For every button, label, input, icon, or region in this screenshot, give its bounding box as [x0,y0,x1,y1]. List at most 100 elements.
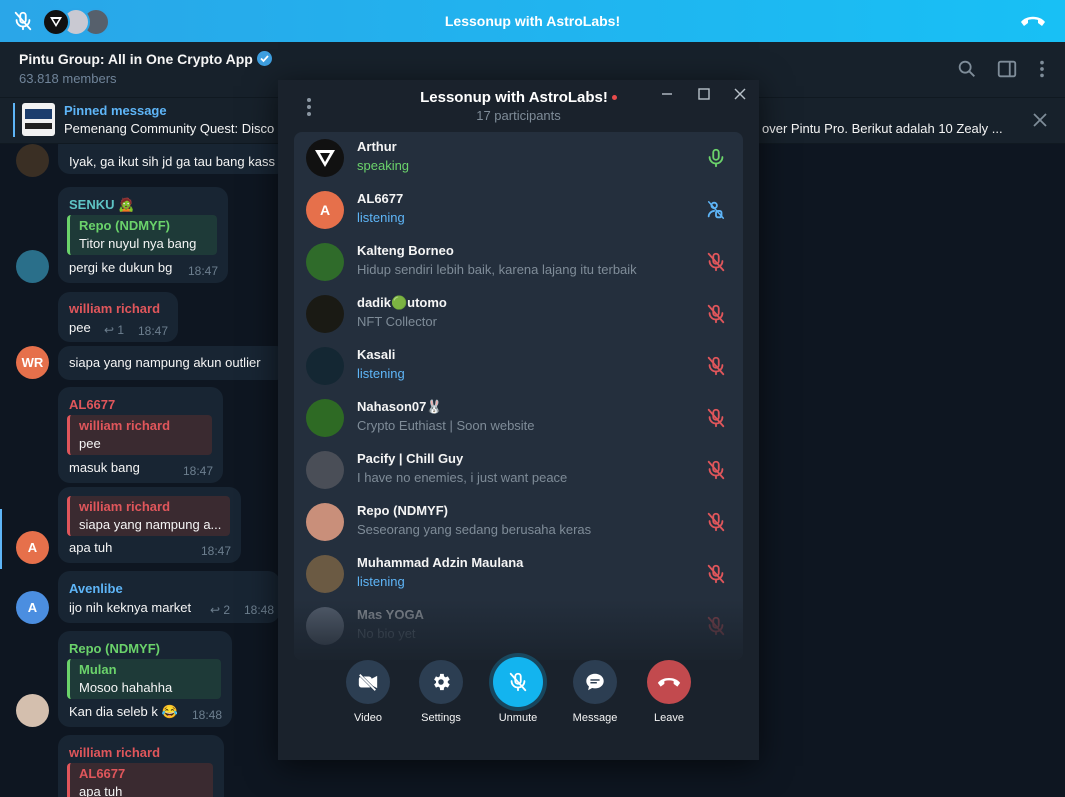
sidebar-toggle-icon[interactable] [996,58,1018,80]
mic-off-icon[interactable] [705,459,727,481]
avatar[interactable]: A [16,531,49,564]
message-label: Message [572,712,618,724]
message-text: Iyak, ga ikut sih jd ga tau bang kass [69,154,275,169]
participant-row[interactable]: Pacify | Chill Guy I have no enemies, i j… [294,444,743,496]
voice-chat-panel: Lessonup with AstroLabs! 17 participants… [278,80,759,760]
avatar[interactable] [16,694,49,727]
reply-quote[interactable]: Repo (NDMYF) Titor nuyul nya bang [67,215,217,255]
message-button-circle[interactable] [573,660,617,704]
avatar[interactable]: WR [16,346,49,379]
mic-off-icon[interactable] [705,407,727,429]
message-sender[interactable]: SENKU 🧟 [69,197,134,213]
avatar[interactable]: A [16,591,49,624]
message-bubble[interactable]: AL6677 william richard pee masuk bang 18… [58,387,223,483]
minimize-icon[interactable] [659,86,675,102]
participant-status: listening [357,366,405,381]
unmute-label: Unmute [498,712,538,724]
message-bubble[interactable]: william richard AL6677 apa tuh [58,735,224,797]
participant-row[interactable]: Nahason07🐰 Crypto Euthiast | Soon website [294,392,743,444]
unread-indicator [0,509,2,569]
close-icon[interactable] [1031,111,1049,129]
pinned-thumbnail [22,103,55,136]
mic-off-icon[interactable] [705,303,727,325]
settings-button-circle[interactable] [419,660,463,704]
avatar [306,399,344,437]
avatar[interactable] [16,250,49,283]
message-bubble[interactable]: SENKU 🧟 Repo (NDMYF) Titor nuyul nya ban… [58,187,228,283]
message-time: 18:47 [183,464,214,478]
member-count: 63.818 members [19,71,117,86]
message-bubble[interactable]: Iyak, ga ikut sih jd ga tau bang kass [58,144,288,174]
unmute-button-circle[interactable] [493,657,543,707]
replies-count[interactable]: ↩ 2 [210,603,230,617]
video-button[interactable]: Video [328,660,408,740]
avatar [306,295,344,333]
reply-arrow-icon: ↩ [104,323,115,337]
message-sender[interactable]: william richard [69,301,160,316]
maximize-icon[interactable] [696,86,712,102]
participant-name: Arthur [357,139,397,154]
video-button-circle[interactable] [346,660,390,704]
quote-sender: william richard [79,499,171,514]
participant-row[interactable]: Kasali listening [294,340,743,392]
message-bubble[interactable]: Avenlibe ijo nih keknya market ↩ 2 18:48 [58,571,280,623]
message-button[interactable]: Message [555,660,635,740]
participant-row[interactable]: Repo (NDMYF) Seseorang yang sedang berusa… [294,496,743,548]
voice-chat-bar[interactable]: Lessonup with AstroLabs! [0,0,1065,42]
participant-row[interactable]: Muhammad Adzin Maulana listening [294,548,743,600]
phone-hangup-icon [657,678,681,687]
mic-on-icon[interactable] [705,147,727,169]
avatar-letter: A [319,202,331,218]
participant-list[interactable]: Arthur speaking A AL6677 listening Kalteng Bo… [294,132,743,660]
avatar [306,139,344,177]
mic-off-icon[interactable] [705,355,727,377]
message-bubble[interactable]: Repo (NDMYF) Mulan Mosoo hahahha Kan dia… [58,631,232,727]
more-vertical-icon[interactable] [1031,58,1053,80]
participant-status: NFT Collector [357,314,437,329]
avatar: A [306,191,344,229]
participant-name: Repo (NDMYF) [357,503,448,518]
message-bubble[interactable]: william richard pee ↩ 1 18:47 [58,292,178,342]
phone-hangup-icon[interactable] [1019,13,1047,29]
unmute-button[interactable]: Unmute [478,657,558,740]
hand-raise-icon[interactable] [705,199,727,221]
verified-badge-icon [256,51,272,66]
message-sender[interactable]: AL6677 [69,397,115,412]
participant-row[interactable]: Arthur speaking [294,132,743,184]
message-bubble[interactable]: siapa yang nampung akun outlier [58,346,288,380]
message-time: 18:47 [138,324,169,338]
participant-status: Crypto Euthiast | Soon website [357,418,535,433]
message-text: siapa yang nampung akun outlier [69,355,261,370]
participant-status: I have no enemies, i just want peace [357,470,568,485]
settings-button[interactable]: Settings [401,660,481,740]
message-text: apa tuh [69,540,113,555]
leave-button-circle[interactable] [647,660,691,704]
message-sender[interactable]: Avenlibe [69,581,123,596]
message-sender[interactable]: Repo (NDMYF) [69,641,160,656]
mic-off-icon[interactable] [705,563,727,585]
search-icon[interactable] [956,58,978,80]
participant-row[interactable]: Kalteng Borneo Hidup sendiri lebih baik, … [294,236,743,288]
leave-button[interactable]: Leave [629,660,709,740]
mic-off-icon[interactable] [705,251,727,273]
chat-title[interactable]: Pintu Group: All in One Crypto App [19,51,272,67]
replies-count[interactable]: ↩ 1 [104,323,124,337]
participant-row[interactable]: A AL6677 listening [294,184,743,236]
avatar[interactable] [16,144,49,177]
participant-status: Hidup sendiri lebih baik, karena lajang … [357,262,637,277]
reply-quote[interactable]: Mulan Mosoo hahahha [67,659,221,699]
close-icon[interactable] [732,86,748,102]
message-sender[interactable]: william richard [69,745,160,760]
avatar [306,555,344,593]
mic-off-icon[interactable] [705,511,727,533]
message-time: 18:48 [192,708,223,722]
avatar [306,451,344,489]
participant-name: dadik🟢utomo [357,295,447,310]
reply-quote[interactable]: william richard siapa yang nampung a... [67,496,230,536]
participant-row[interactable]: dadik🟢utomo NFT Collector [294,288,743,340]
reply-quote[interactable]: william richard pee [67,415,212,455]
message-bubble[interactable]: william richard siapa yang nampung a... … [58,487,241,563]
quote-sender: AL6677 [79,766,126,781]
participant-status: listening [357,574,405,589]
reply-quote[interactable]: AL6677 apa tuh [67,763,213,797]
